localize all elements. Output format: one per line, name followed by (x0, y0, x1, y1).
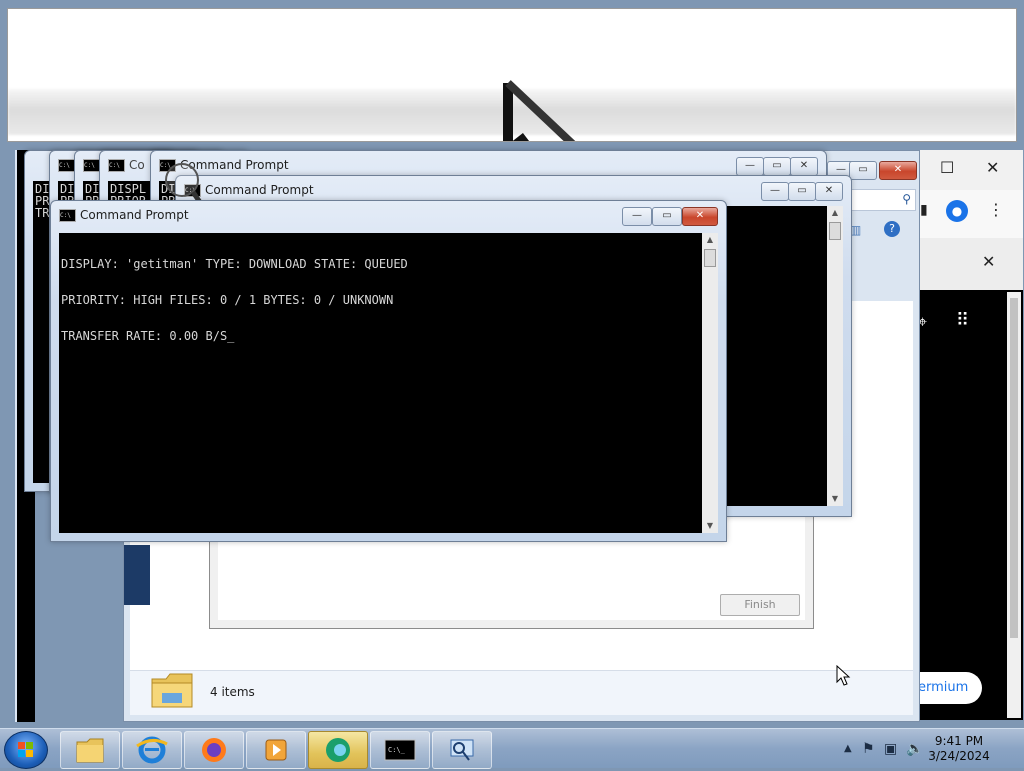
taskbar-network[interactable] (432, 731, 492, 769)
media-player-icon (265, 739, 287, 761)
apps-grid-icon[interactable]: ⠿ (956, 310, 969, 331)
network-tray-icon[interactable]: ▣ (884, 741, 897, 757)
close-button[interactable]: ✕ (682, 207, 718, 226)
maximize-icon[interactable]: ☐ (940, 158, 954, 177)
svg-text:C:\_: C:\_ (388, 746, 406, 754)
cmd-icon: C:\_ (384, 739, 416, 761)
firefox-icon (202, 738, 226, 762)
scroll-up-icon[interactable]: ▲ (702, 233, 718, 247)
windows-logo-icon (18, 742, 33, 757)
folder-icon (151, 673, 193, 708)
magnified-cursor-icon (503, 80, 576, 141)
search-icon: ⚲ (902, 192, 911, 206)
start-button[interactable] (4, 731, 48, 769)
cmd-front-title: Command Prompt (80, 208, 189, 222)
taskbar-browser[interactable] (308, 731, 368, 769)
browser-toolbar: ▮ ● ⋮ (918, 190, 1023, 238)
minimize-button[interactable]: — (736, 157, 764, 176)
minimize-button[interactable]: — (761, 182, 789, 201)
action-center-flag-icon[interactable]: ⚑ (862, 741, 875, 757)
system-tray: ▲ ⚑ ▣ 🔈 9:41 PM 3/24/2024 (818, 729, 1018, 769)
taskbar-firefox[interactable] (184, 731, 244, 769)
mouse-cursor-icon (836, 665, 851, 686)
terminal-line: DISPLAY: 'getitman' TYPE: DOWNLOAD STATE… (61, 257, 408, 271)
cmd-icon: C:\ (83, 159, 100, 172)
item-count: 4 items (210, 685, 255, 699)
premium-button[interactable]: ermium (918, 672, 982, 704)
scroll-thumb[interactable] (704, 249, 716, 267)
maximize-button-bg[interactable]: ▭ (849, 161, 877, 180)
browser-scrollbar[interactable] (1007, 292, 1021, 718)
minimize-button[interactable]: — (622, 207, 652, 226)
magnifier-view (7, 8, 1017, 142)
more-menu-icon[interactable]: ⋮ (988, 200, 1004, 219)
ie-icon (136, 736, 168, 764)
scroll-down-icon[interactable]: ▼ (702, 519, 718, 533)
close-button[interactable]: ✕ (790, 157, 818, 176)
show-hidden-icons-icon[interactable]: ▲ (844, 743, 852, 754)
cmd-middle-scrollbar[interactable]: ▲ ▼ (827, 206, 843, 506)
cmd-front-scrollbar[interactable]: ▲ ▼ (702, 233, 718, 533)
maximize-button[interactable]: ▭ (652, 207, 682, 226)
taskbar-cmd[interactable]: C:\_ (370, 731, 430, 769)
close-banner-icon[interactable]: ✕ (982, 252, 995, 271)
volume-muted-icon[interactable]: 🔈 (906, 741, 923, 757)
taskbar-explorer[interactable] (60, 731, 120, 769)
cmd-middle-title: Command Prompt (205, 183, 314, 197)
terminal-line: TRANSFER RATE: 0.00 B/S_ (61, 329, 235, 343)
cmd-icon: C:\ (59, 209, 76, 222)
network-search-icon (450, 739, 474, 761)
cmd-icon: C:\ (58, 159, 75, 172)
close-button[interactable]: ✕ (815, 182, 843, 201)
edge-icon (326, 738, 350, 762)
nav-pane-marker (124, 545, 150, 605)
folder-icon (76, 738, 104, 763)
extension-icon[interactable]: ▮ (920, 202, 928, 218)
browser-banner: ✕ (918, 238, 1023, 290)
browser-titlebar: ☐ ✕ (918, 150, 1023, 190)
clock[interactable]: 9:41 PM 3/24/2024 (924, 734, 994, 764)
taskbar: C:\_ ▲ ⚑ ▣ 🔈 9:41 PM 3/24/2024 (0, 728, 1024, 769)
cmd-icon: C:\ (108, 159, 125, 172)
clock-date: 3/24/2024 (928, 749, 990, 763)
cmd-front-titlebar[interactable]: C:\ Command Prompt — ▭ ✕ (51, 201, 726, 229)
taskbar-ie[interactable] (122, 731, 182, 769)
maximize-button[interactable]: ▭ (788, 182, 816, 201)
maximize-button[interactable]: ▭ (763, 157, 791, 176)
close-icon[interactable]: ✕ (986, 158, 999, 177)
profile-avatar-icon[interactable]: ● (946, 200, 968, 222)
terminal-line: PRIORITY: HIGH FILES: 0 / 1 BYTES: 0 / U… (61, 293, 394, 307)
close-button-bg[interactable]: ✕ (879, 161, 917, 180)
clock-time: 9:41 PM (934, 734, 984, 748)
cmd-front-output: DISPLAY: 'getitman' TYPE: DOWNLOAD STATE… (59, 233, 702, 533)
help-icon[interactable]: ? (884, 221, 900, 237)
browser-window[interactable]: ☐ ✕ ▮ ● ⋮ ✕ ⌖ ⠿ ermium (918, 150, 1023, 720)
taskbar-media-player[interactable] (246, 731, 306, 769)
explorer-status-bar: 4 items (130, 670, 913, 715)
cmd-window-front[interactable]: C:\ Command Prompt — ▭ ✕ DISPLAY: 'getit… (50, 200, 727, 542)
explorer-search-box[interactable]: ⚲ (844, 189, 916, 211)
finish-button[interactable]: Finish (720, 594, 800, 616)
